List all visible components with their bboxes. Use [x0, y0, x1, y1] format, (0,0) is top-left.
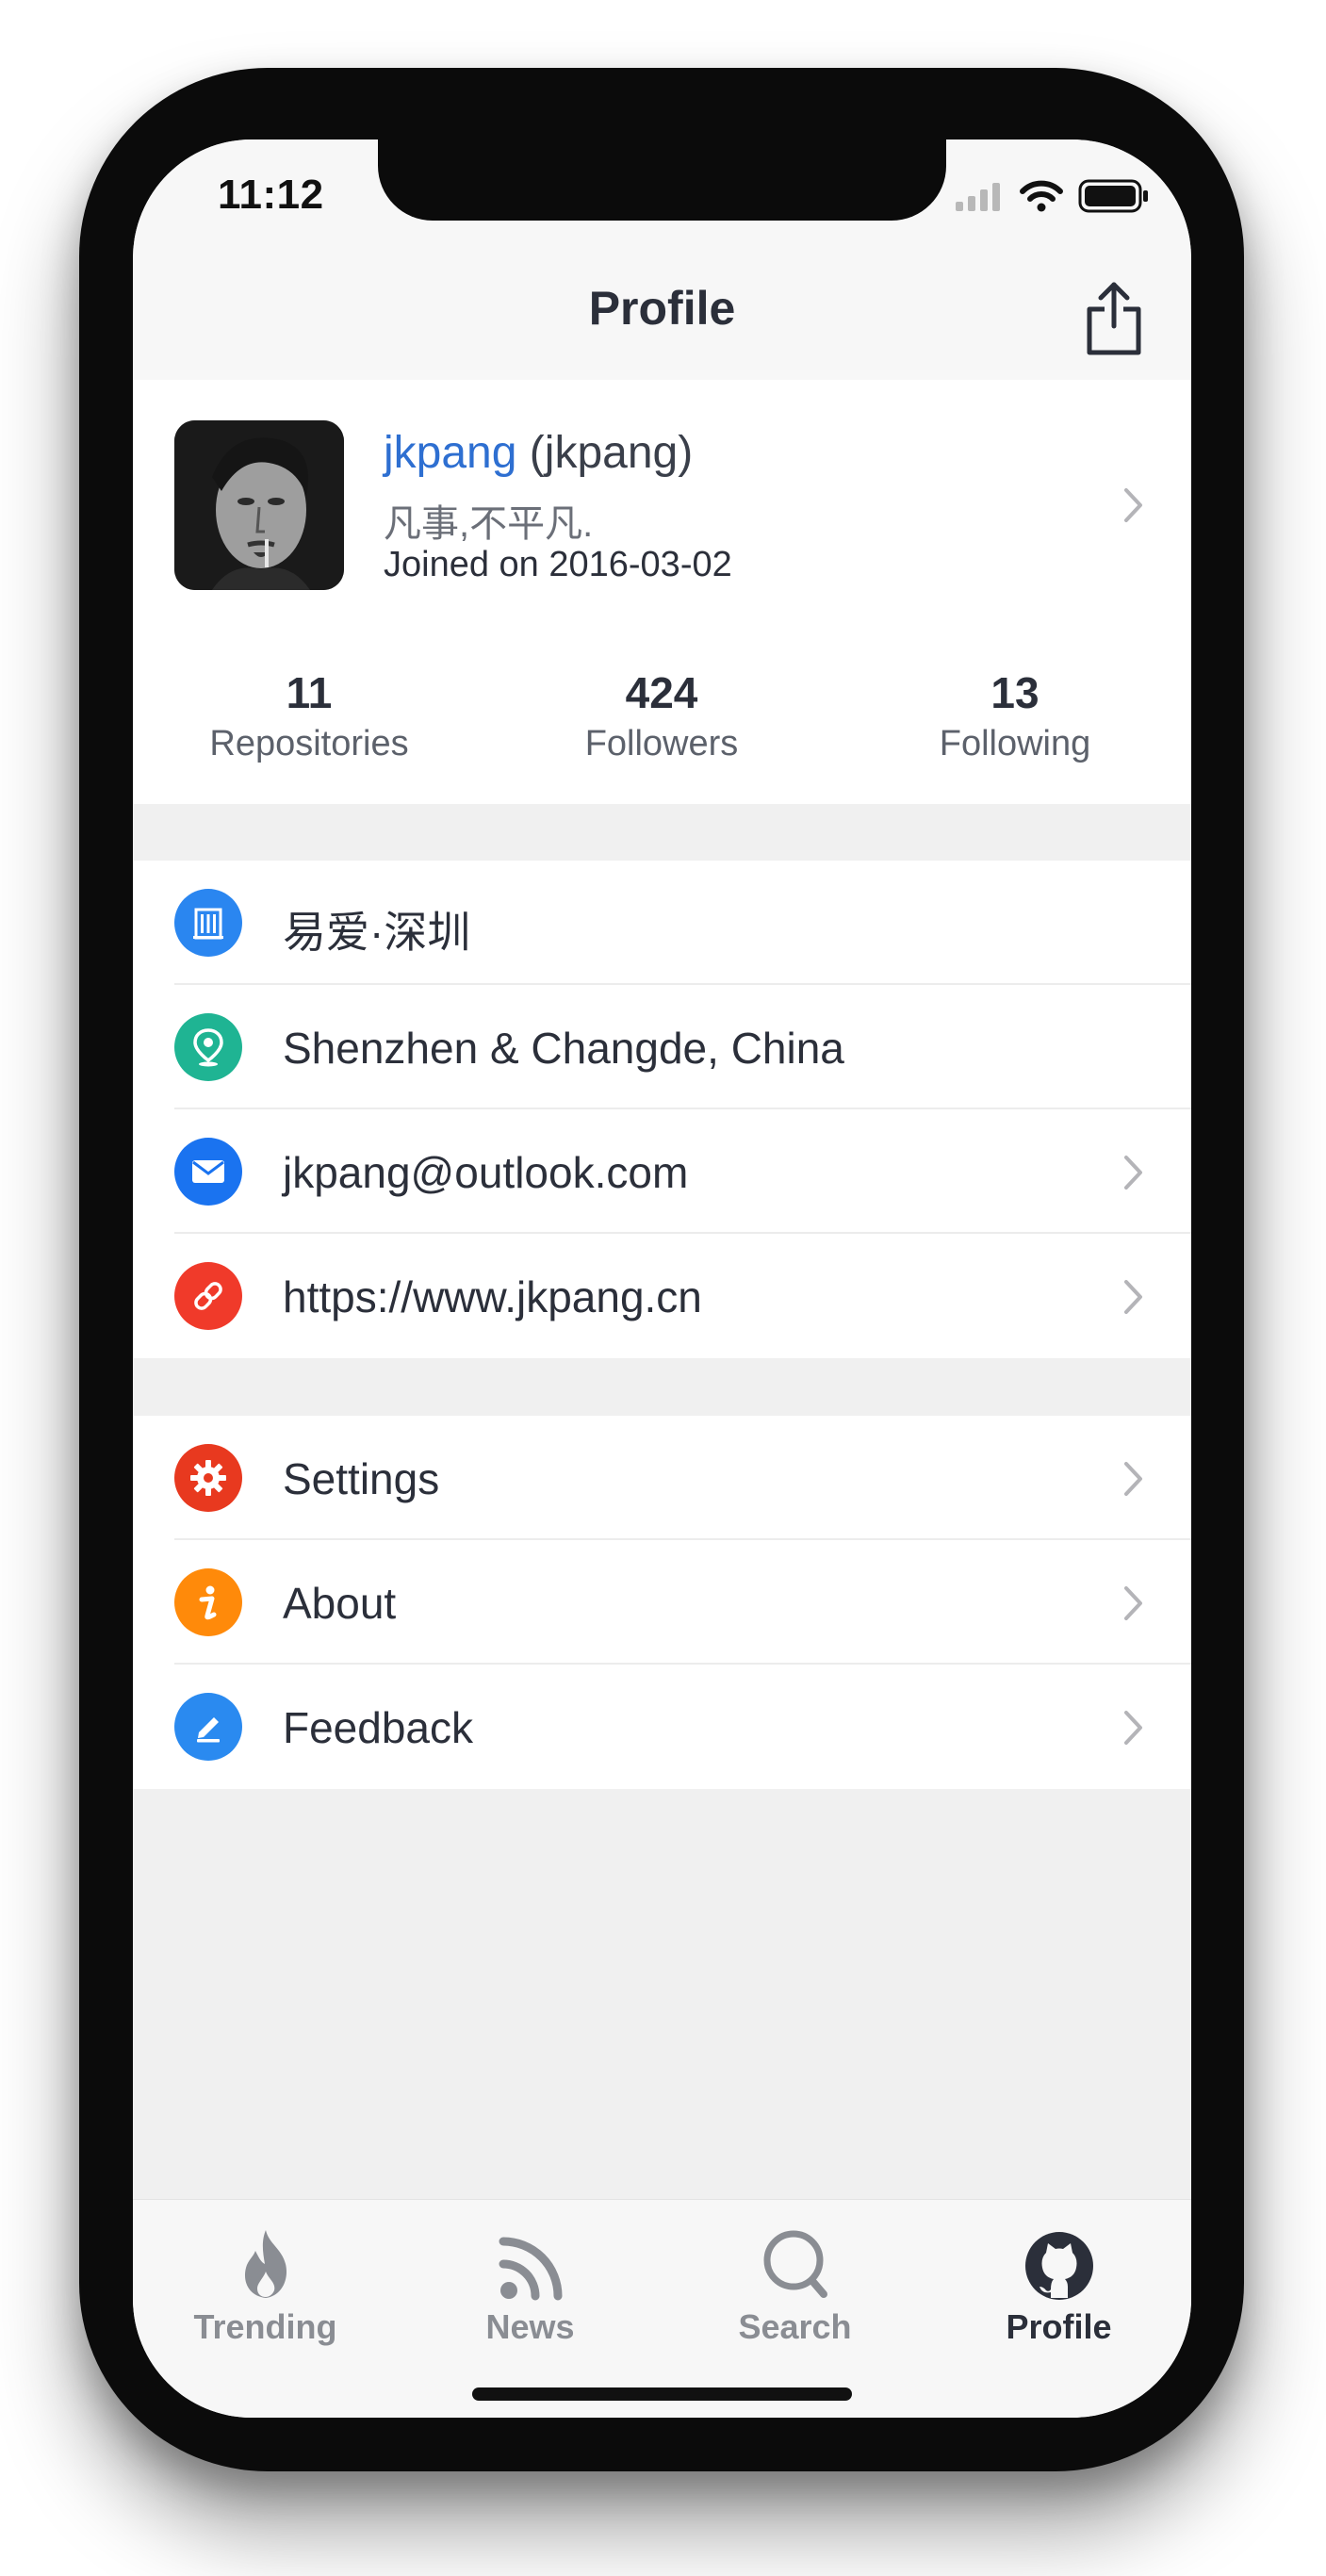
list-item-email[interactable]: jkpang@outlook.com — [133, 1109, 1191, 1234]
chevron-right-icon — [1121, 1153, 1146, 1197]
battery-icon — [1078, 179, 1148, 213]
stat-value: 11 — [286, 668, 333, 717]
avatar-portrait — [174, 420, 344, 590]
tab-bar: Trending News Search Profile — [133, 2199, 1191, 2418]
tab-label: Profile — [1006, 2307, 1112, 2346]
list-item-label: Shenzhen & Changde, China — [283, 1024, 844, 1073]
avatar[interactable] — [174, 420, 344, 590]
profile-login-link[interactable]: jkpang — [384, 428, 516, 478]
edit-icon — [174, 1693, 242, 1761]
settings-icon — [174, 1444, 242, 1512]
info-list: 易爱·深圳 Shenzhen & Changde, China jkpang@o… — [133, 861, 1191, 1358]
profile-bio: 凡事,不平凡. — [384, 503, 594, 545]
list-item-label: jkpang@outlook.com — [283, 1148, 689, 1197]
tab-profile[interactable]: Profile — [926, 2221, 1191, 2347]
navigation-bar: Profile — [133, 243, 1191, 380]
chevron-right-icon — [1121, 1708, 1146, 1752]
list-item-label: https://www.jkpang.cn — [283, 1272, 702, 1321]
settings-list: Settings About Feedback — [133, 1416, 1191, 1789]
list-item-label: Feedback — [283, 1703, 474, 1752]
home-indicator[interactable] — [472, 2387, 852, 2401]
chevron-right-icon — [1121, 1583, 1146, 1628]
list-item-company: 易爱·深圳 — [133, 861, 1191, 985]
list-item-label: 易爱·深圳 — [283, 908, 471, 957]
stat-value: 424 — [625, 668, 698, 717]
tab-news[interactable]: News — [398, 2221, 663, 2347]
list-item-label: About — [283, 1579, 397, 1628]
share-icon — [1087, 282, 1141, 355]
status-time: 11:12 — [218, 172, 324, 218]
link-icon — [174, 1262, 242, 1330]
company-icon — [174, 889, 242, 957]
profile-name: jkpang (jkpang) — [384, 427, 693, 479]
stat-label: Following — [939, 724, 1091, 763]
chevron-right-icon — [1121, 1459, 1146, 1503]
stat-label: Repositories — [209, 724, 409, 763]
cellular-signal-icon — [956, 183, 1000, 211]
search-icon — [663, 2221, 927, 2302]
stat-following[interactable]: 13 Following — [839, 667, 1191, 764]
device-notch — [378, 139, 946, 221]
tab-label: News — [485, 2307, 575, 2346]
status-icons — [956, 179, 1150, 213]
share-button[interactable] — [1084, 281, 1144, 356]
tab-trending[interactable]: Trending — [133, 2221, 398, 2347]
email-icon — [174, 1138, 242, 1206]
location-icon — [174, 1013, 242, 1081]
app-screen: 11:12 Profile jkpang (jkpang) 凡事,不平凡. Jo… — [133, 139, 1191, 2418]
tab-search[interactable]: Search — [663, 2221, 927, 2347]
list-item-label: Settings — [283, 1454, 440, 1503]
list-item-location: Shenzhen & Changde, China — [133, 985, 1191, 1109]
info-icon — [174, 1568, 242, 1636]
list-item-settings[interactable]: Settings — [133, 1416, 1191, 1540]
tab-label: Search — [738, 2307, 852, 2346]
rss-icon — [398, 2221, 663, 2302]
list-item-website[interactable]: https://www.jkpang.cn — [133, 1234, 1191, 1358]
chevron-right-icon — [1121, 1277, 1146, 1321]
github-icon — [926, 2221, 1191, 2302]
profile-username: (jkpang) — [516, 428, 694, 478]
page-title: Profile — [588, 282, 736, 335]
profile-joined-date: Joined on 2016-03-02 — [384, 545, 732, 584]
tab-label: Trending — [193, 2307, 337, 2346]
stat-repositories[interactable]: 11 Repositories — [133, 667, 485, 764]
list-item-about[interactable]: About — [133, 1540, 1191, 1665]
stat-followers[interactable]: 424 Followers — [485, 667, 838, 764]
list-item-feedback[interactable]: Feedback — [133, 1665, 1191, 1789]
stat-value: 13 — [990, 668, 1040, 717]
profile-card: jkpang (jkpang) 凡事,不平凡. Joined on 2016-0… — [133, 380, 1191, 804]
stat-label: Followers — [584, 724, 739, 763]
profile-chevron-icon[interactable] — [1121, 485, 1146, 530]
wifi-icon — [1020, 180, 1063, 212]
flame-icon — [133, 2221, 398, 2302]
